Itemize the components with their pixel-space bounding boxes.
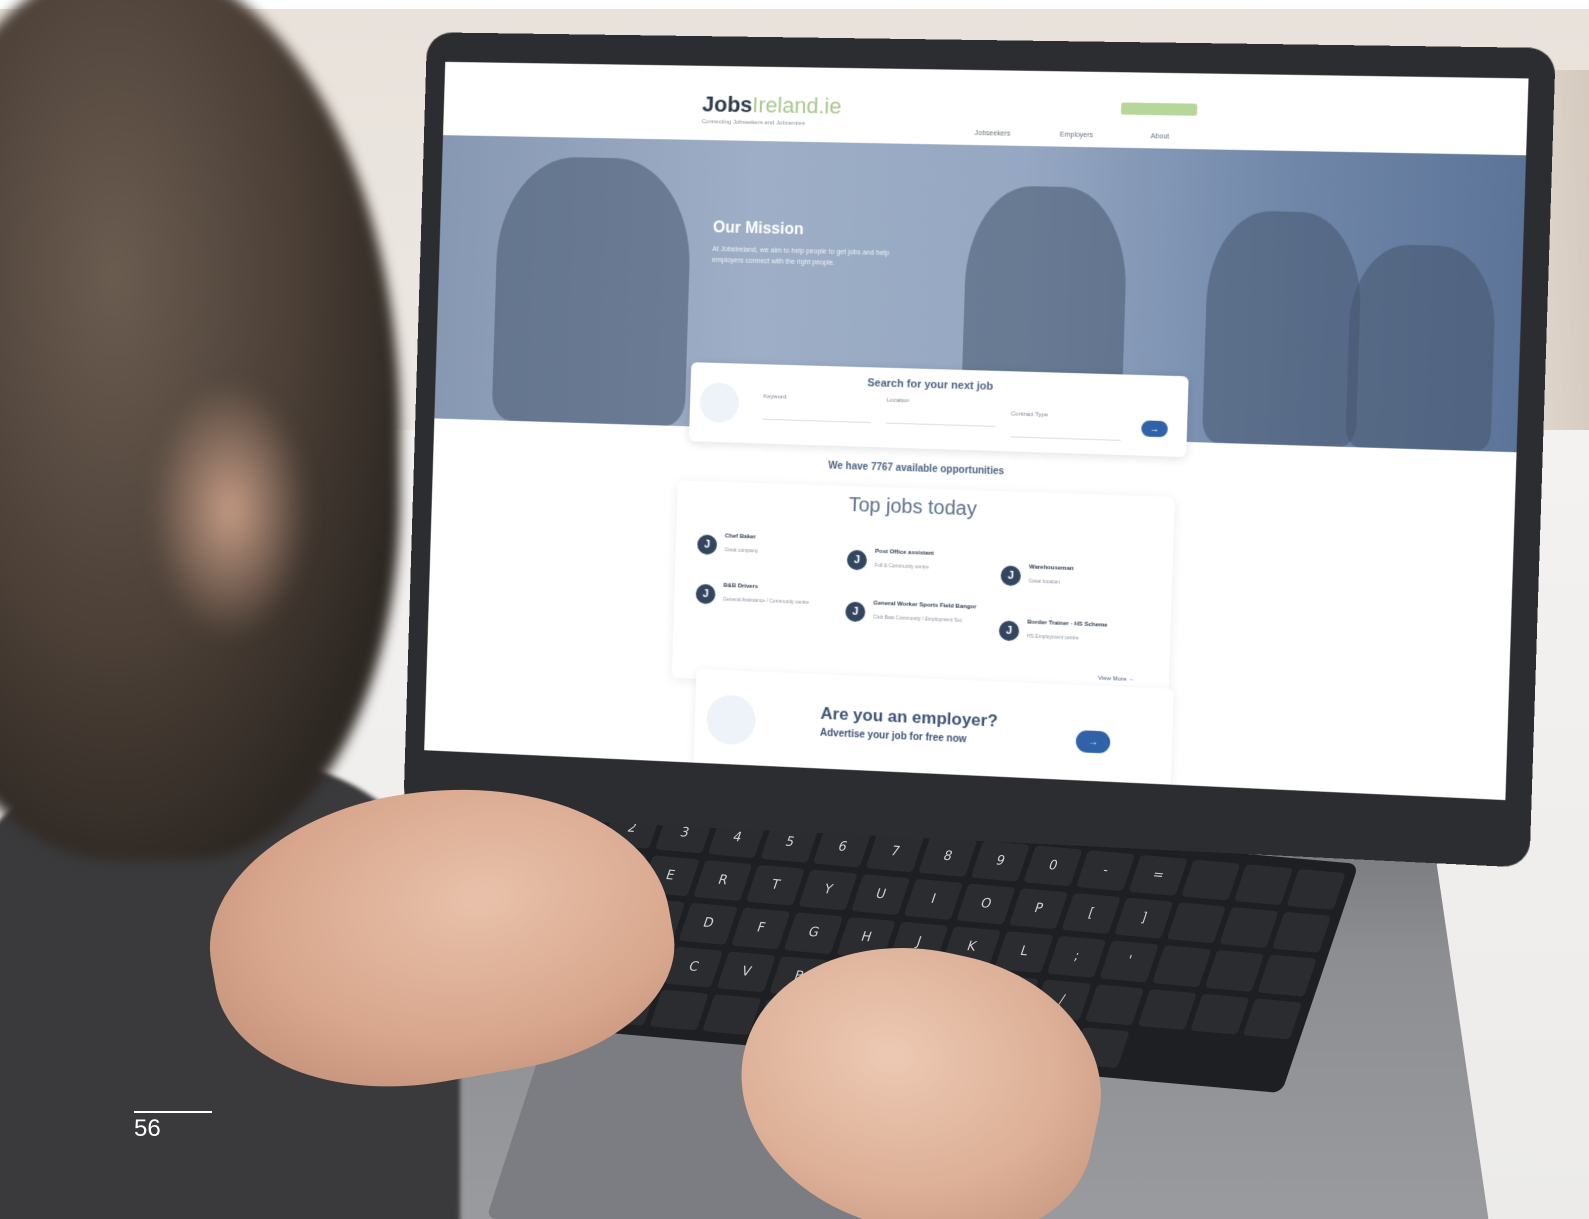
keyboard-key (1257, 954, 1317, 997)
job-card[interactable]: J General Worker Sports Field Bangor Clu… (845, 597, 985, 642)
top-jobs-title: Top jobs today (848, 494, 978, 521)
employer-title: Are you an employer? (820, 703, 999, 731)
keyboard-key: - (1075, 850, 1136, 892)
job-avatar: J (697, 534, 718, 555)
keyboard-key: Y (798, 869, 858, 911)
person-cheek (150, 380, 310, 640)
job-avatar: J (998, 620, 1020, 642)
hero-person-1 (491, 155, 693, 427)
keyboard-key (1286, 868, 1346, 911)
nav-item-about[interactable]: About (1150, 133, 1169, 140)
job-subtitle: HS Employment centre (1026, 633, 1079, 642)
keyboard-key (1204, 950, 1265, 992)
opportunities-count: We have 7767 available opportunities (828, 460, 1005, 478)
keyboard-key: L (994, 931, 1054, 973)
keyboard-key (1190, 993, 1250, 1035)
job-title: Chef Baker (724, 533, 757, 541)
keyboard-key (1219, 907, 1279, 949)
keyboard-key (1137, 988, 1197, 1030)
job-subtitle: Club Bast Community / Employment Svc (872, 614, 963, 624)
location-input[interactable] (885, 422, 996, 427)
hero-person-3 (1201, 210, 1364, 448)
keyboard-key (1166, 902, 1226, 944)
contract-type-select[interactable] (1010, 436, 1121, 441)
keyboard-key (1271, 911, 1332, 954)
keyboard-key (1242, 998, 1303, 1040)
logo-bold: Jobs (701, 91, 753, 118)
keyboard-key: T (745, 864, 805, 907)
keyboard-key: F (731, 907, 791, 950)
search-icon (699, 382, 740, 423)
job-subtitle: Great location (1028, 578, 1060, 586)
laptop-screen: JobsIreland.ie Connecting Jobseekers and… (424, 61, 1529, 801)
header-cta-button[interactable] (1120, 102, 1198, 116)
top-jobs-card: Top jobs today J Chef Baker Great compan… (671, 480, 1175, 699)
keyboard-key (1085, 983, 1145, 1026)
nav-item-employers[interactable]: Employers (1060, 132, 1094, 140)
keyboard-key (1181, 859, 1241, 901)
location-label: Location (886, 397, 910, 405)
keyword-label: Keyword (763, 393, 787, 401)
job-avatar: J (846, 549, 868, 571)
hero-person-4 (1345, 243, 1498, 452)
job-avatar: J (845, 601, 866, 623)
keyboard-key (1233, 864, 1294, 906)
job-card[interactable]: J Border Trainer - HS Scheme HS Employme… (998, 616, 1140, 662)
keyboard-key: 9 (970, 840, 1030, 882)
job-card[interactable]: J Post Office assistant Full & Community… (846, 546, 986, 591)
keyboard-key (649, 989, 709, 1031)
job-card[interactable]: J B&B Drivers General Assistance / Commu… (695, 580, 833, 625)
contract-type-label: Contract Type (1010, 411, 1049, 419)
keyboard-key: ' (1099, 940, 1159, 983)
keyboard-key: R (693, 860, 753, 902)
keyboard-key: G (783, 912, 844, 954)
keyboard-key: 8 (918, 835, 978, 878)
job-subtitle: Full & Community centre (874, 562, 929, 571)
job-card[interactable]: J Warehouseman Great location (1000, 561, 1142, 606)
keyboard-key: I (903, 878, 963, 921)
job-subtitle: General Assistance / Community centre (722, 596, 810, 606)
photo-scene: 234567890-=WERTYUIOP[]ASDFGHJKL;'ZXCVBNM… (0, 0, 1589, 1219)
keyboard-key: ] (1114, 897, 1174, 940)
job-card[interactable]: J Chef Baker Great company (697, 530, 835, 575)
nav-item-jobseekers[interactable]: Jobseekers (974, 130, 1010, 138)
job-title: Post Office assistant (874, 548, 934, 557)
keyboard-key: D (678, 903, 738, 945)
page-number-rule (134, 1111, 212, 1113)
search-card: Search for your next job Keyword Locatio… (688, 362, 1189, 458)
laptop-lid: JobsIreland.ie Connecting Jobseekers and… (403, 32, 1556, 868)
keyboard-key: U (850, 874, 911, 916)
keyboard-key: [ (1061, 893, 1121, 935)
job-title: General Worker Sports Field Bangor (873, 600, 977, 611)
keyboard-key: = (1128, 854, 1188, 897)
employer-button[interactable]: → (1075, 730, 1111, 754)
building-icon (705, 694, 757, 746)
search-title: Search for your next job (867, 377, 994, 393)
view-more-link[interactable]: View More → (1098, 676, 1134, 684)
logo-light: Ireland.ie (752, 92, 842, 119)
site-logo[interactable]: JobsIreland.ie (702, 92, 842, 120)
hero-title: Our Mission (712, 219, 804, 239)
keyboard-key (1152, 945, 1212, 987)
job-avatar: J (1000, 565, 1022, 587)
keyboard-key: 0 (1023, 845, 1083, 887)
keyboard-key: O (956, 883, 1016, 925)
search-button[interactable]: → (1141, 420, 1168, 438)
job-title: B&B Drivers (723, 582, 759, 591)
logo-tagline: Connecting Jobseekers and Jobcentres (701, 119, 805, 127)
job-title: Border Trainer - HS Scheme (1027, 619, 1108, 629)
keyboard-key: ; (1046, 936, 1107, 978)
job-title: Warehouseman (1028, 564, 1074, 573)
job-subtitle: Great company (724, 547, 759, 555)
job-avatar: J (695, 583, 716, 605)
page-number: 56 (134, 1115, 161, 1142)
employer-card: Are you an employer? Advertise your job … (693, 668, 1174, 790)
keyword-input[interactable] (762, 418, 872, 424)
keyboard-key: P (1008, 888, 1069, 930)
employer-subtitle: Advertise your job for free now (819, 727, 967, 746)
keyboard-key: V (716, 950, 776, 993)
